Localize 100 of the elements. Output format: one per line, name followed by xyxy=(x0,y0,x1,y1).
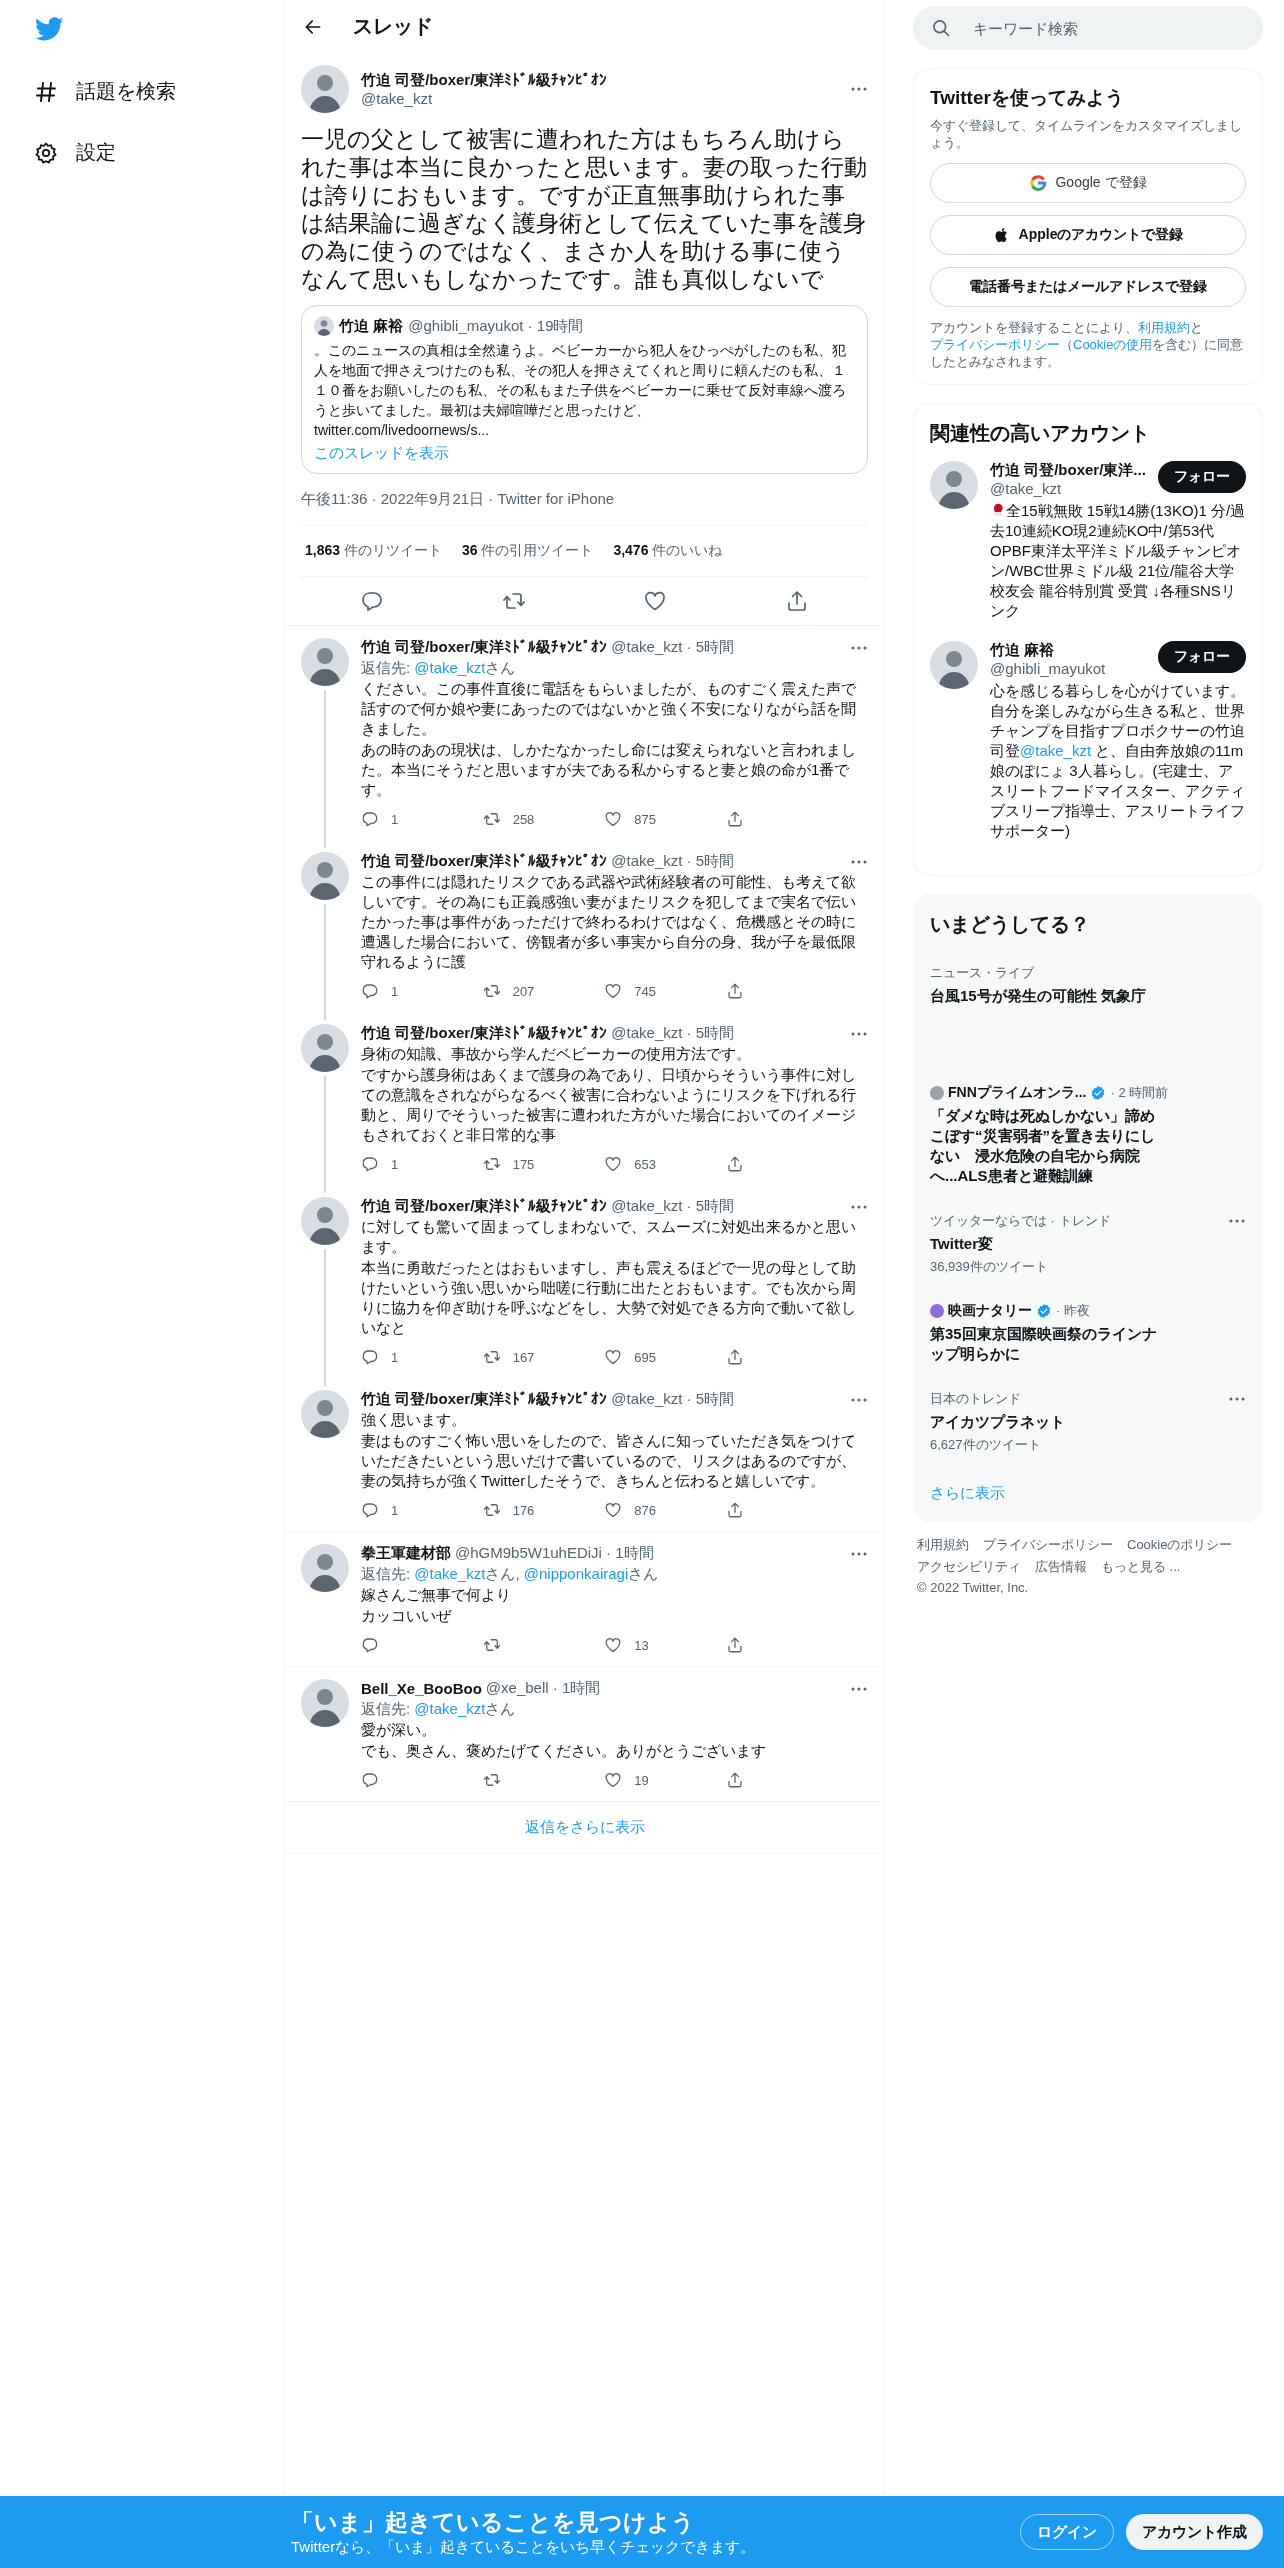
banner-subtitle: Twitterなら、「いま」起きていることをいち早くチェックできます。 xyxy=(291,2538,757,2557)
avatar[interactable] xyxy=(301,1024,349,1072)
footer-link[interactable]: Cookieのポリシー xyxy=(1127,1536,1233,1554)
like-button[interactable]: 745 xyxy=(604,982,665,1000)
trend-item[interactable]: 日本のトレンド アイカツプラネット 6,627件のツイート xyxy=(930,1378,1246,1468)
avatar[interactable] xyxy=(930,641,978,689)
reply-button[interactable] xyxy=(359,589,384,613)
follow-button[interactable]: フォロー xyxy=(1158,461,1246,493)
search-icon xyxy=(931,18,951,38)
reply-icon xyxy=(359,589,384,613)
user-name[interactable]: 竹迫 司登/boxer/東洋ﾐﾄﾞﾙ級ﾁｬﾝﾋﾟｵﾝ xyxy=(361,1390,608,1409)
banner-title: 「いま」起きていることを見つけよう xyxy=(291,2508,696,2537)
card-subtitle: 今すぐ登録して、タイムラインをカスタマイズしましょう。 xyxy=(930,117,1243,151)
tweet-text: 嫁さんご無事で何より xyxy=(361,1585,512,1605)
trend-item[interactable]: ニュース・ライブ 台風15号が発生の可能性 気象庁 xyxy=(930,952,1246,1072)
reply-button[interactable]: 1 xyxy=(361,1501,421,1519)
avatar[interactable] xyxy=(301,1390,349,1438)
signup-button[interactable]: Google で登録 xyxy=(930,163,1246,203)
retweet-button[interactable]: 176 xyxy=(482,1501,543,1519)
user-handle[interactable]: @take_kzt xyxy=(361,90,838,107)
like-button[interactable]: 695 xyxy=(604,1348,665,1366)
tweet-text: この事件には隠れたリスクである武器や武術経験者の可能性、も考えて欲しいです。その為にも正義感強い妻がまたリスクを犯してまで実名で伝いたかった事は事件があっただけで終わるわけではなく、危機感とその時に遭遇した場合において、傍観者が多い事実から自分の身、我が子を最低限守れるように護 xyxy=(361,872,857,972)
signup-button[interactable]: アカウント作成 xyxy=(1126,2514,1263,2550)
nav-item[interactable]: 話題を検索 xyxy=(34,66,176,117)
user-name[interactable]: Bell_Xe_BooBoo xyxy=(361,1680,482,1697)
like-icon xyxy=(604,1348,623,1366)
copyright-text: © 2022 Twitter, Inc. xyxy=(917,1580,1029,1595)
tweet-text: 強く思います。 xyxy=(361,1410,467,1430)
tweet-meta: @take_kzt · 5時間 xyxy=(611,1390,735,1409)
retweet-icon xyxy=(482,1636,501,1654)
user-name[interactable]: 竹迫 司登/boxer/東洋ﾐﾄﾞﾙ級ﾁｬﾝﾋﾟｵﾝ xyxy=(361,852,608,871)
stat-link[interactable]: 36 件の引用ツイート xyxy=(461,542,594,560)
footer-link[interactable]: 広告情報 xyxy=(1035,1558,1087,1576)
user-name[interactable]: 竹迫 麻裕 xyxy=(990,641,1106,660)
reply-button[interactable]: 1 xyxy=(361,982,421,1000)
avatar[interactable] xyxy=(301,852,349,900)
retweet-icon xyxy=(482,1348,501,1366)
avatar[interactable] xyxy=(301,1197,349,1245)
share-icon xyxy=(725,1348,744,1366)
tweet-text: カッコいいぜ xyxy=(361,1606,453,1626)
reply-icon xyxy=(361,1636,379,1654)
user-bio: 全15戦無敗 15戦14勝(13KO)1 分/過去10連続KO現2連続KO中/第53代OPBF東洋太平洋ミドル級チャンピオン/WBC世界ミドル級 21位/龍谷大学校友会 龍谷特別賞 受賞 ↓各種SNSリンク xyxy=(990,501,1246,621)
signup-button[interactable]: 電話番号またはメールアドレスで登録 xyxy=(930,267,1246,307)
user-name[interactable]: 竹迫 司登/boxer/東洋ﾐﾄﾞﾙ級ﾁｬﾝﾋﾟｵﾝ xyxy=(361,1197,608,1216)
footer-link[interactable]: もっと見る ... xyxy=(1101,1558,1181,1576)
reply-button[interactable]: 1 xyxy=(361,810,421,828)
user-name[interactable]: 拳王軍建材部 xyxy=(361,1544,451,1563)
avatar[interactable] xyxy=(301,65,349,113)
share-icon xyxy=(725,1771,744,1789)
follow-button[interactable]: フォロー xyxy=(1158,641,1246,673)
trend-item[interactable]: FNNプライムオンラ... · 2 時間前 「ダメな時は死ぬしかない」諦めこぼす“災害弱者”を置き去りにしない 浸水危険の自宅から病院へ...ALS患者と避難訓練 xyxy=(930,1072,1246,1200)
trend-item[interactable]: ツイッターならでは · トレンド Twitter変 36,939件のツイート xyxy=(930,1200,1246,1290)
trend-item[interactable]: 映画ナタリー · 昨夜 第35回東京国際映画祭のラインナップ明らかに xyxy=(930,1290,1246,1378)
retweet-button[interactable]: 167 xyxy=(482,1348,543,1366)
like-button[interactable] xyxy=(643,589,668,613)
reply-to-text: 返信先: @take_kztさん xyxy=(361,659,517,678)
search-field[interactable]: キーワード検索 xyxy=(913,6,1263,50)
page-title: スレッド xyxy=(353,14,433,39)
tweet-text: 本当に勇敢だったとはおもいますし、声も震えるほどで一児の母として助けたいという強い思いから咄嗟に行動に出たとおもいます。でも次から周りに協力を仰ぎ助けを呼ぶなどをし、大勢で対処できる方向で動いて欲しいなと xyxy=(361,1258,857,1338)
like-icon xyxy=(604,810,623,828)
tweet-meta: @take_kzt · 5時間 xyxy=(611,638,735,657)
tweet-meta: @hGM9b5W1uhEDiJi · 1時間 xyxy=(455,1544,654,1563)
tweet-meta: @ghibli_mayukot · 19時間 xyxy=(408,316,584,336)
nav-item[interactable]: 設定 xyxy=(34,127,116,178)
quoted-tweet[interactable] xyxy=(301,305,868,474)
footer-link[interactable]: アクセシビリティ xyxy=(917,1558,1021,1576)
user-name[interactable]: 竹迫 司登/boxer/東洋... xyxy=(990,461,1146,480)
signup-button[interactable]: Appleのアカウントで登録 xyxy=(930,215,1246,255)
card-title: いまどうしてる？ xyxy=(930,912,1091,937)
like-button[interactable]: 876 xyxy=(604,1501,665,1519)
tweet-meta: @take_kzt · 5時間 xyxy=(611,852,735,871)
avatar[interactable] xyxy=(301,1544,349,1592)
footer-link[interactable]: プライバシーポリシー xyxy=(983,1536,1113,1554)
like-button[interactable]: 13 xyxy=(604,1636,665,1654)
user-handle[interactable]: @ghibli_mayukot xyxy=(990,660,1106,677)
user-name[interactable]: 竹迫 司登/boxer/東洋ﾐﾄﾞﾙ級ﾁｬﾝﾋﾟｵﾝ xyxy=(361,1024,608,1043)
avatar[interactable] xyxy=(314,316,334,336)
retweet-button[interactable]: 207 xyxy=(482,982,543,1000)
reply-button[interactable]: 1 xyxy=(361,1155,421,1173)
user-name[interactable]: 竹迫 司登/boxer/東洋ﾐﾄﾞﾙ級ﾁｬﾝﾋﾟｵﾝ xyxy=(361,638,608,657)
user-handle[interactable]: @take_kzt xyxy=(990,480,1146,497)
reply-button[interactable]: 1 xyxy=(361,1348,421,1366)
stat-link[interactable]: 1,863 件のリツイート xyxy=(305,542,442,560)
like-button[interactable]: 653 xyxy=(604,1155,665,1173)
reply-icon xyxy=(361,982,379,1000)
avatar[interactable] xyxy=(301,1679,349,1727)
like-button[interactable]: 875 xyxy=(604,810,665,828)
reply-icon xyxy=(361,1501,379,1519)
avatar[interactable] xyxy=(930,461,978,509)
hashtag-icon xyxy=(34,79,58,104)
footer-link[interactable]: 利用規約 xyxy=(917,1536,969,1554)
retweet-button[interactable]: 175 xyxy=(482,1155,543,1173)
user-name[interactable]: 竹迫 司登/boxer/東洋ﾐﾄﾞﾙ級ﾁｬﾝﾋﾟｵﾝ xyxy=(361,71,838,90)
like-button[interactable]: 19 xyxy=(604,1771,665,1789)
avatar[interactable] xyxy=(301,638,349,686)
like-icon xyxy=(604,1155,623,1173)
retweet-button[interactable]: 258 xyxy=(482,810,543,828)
share-icon xyxy=(725,810,744,828)
stat-link[interactable]: 3,476 件のいいね xyxy=(613,542,723,560)
tweet-text: 妻はものすごく怖い思いをしたので、皆さんに知っていただき気をつけていただきたいという思いだけで書いているので、リスクはあるのですが、妻の気持ちが強くTwitterしたそうで、きちんと伝わると嬉しいです。 xyxy=(361,1431,857,1491)
